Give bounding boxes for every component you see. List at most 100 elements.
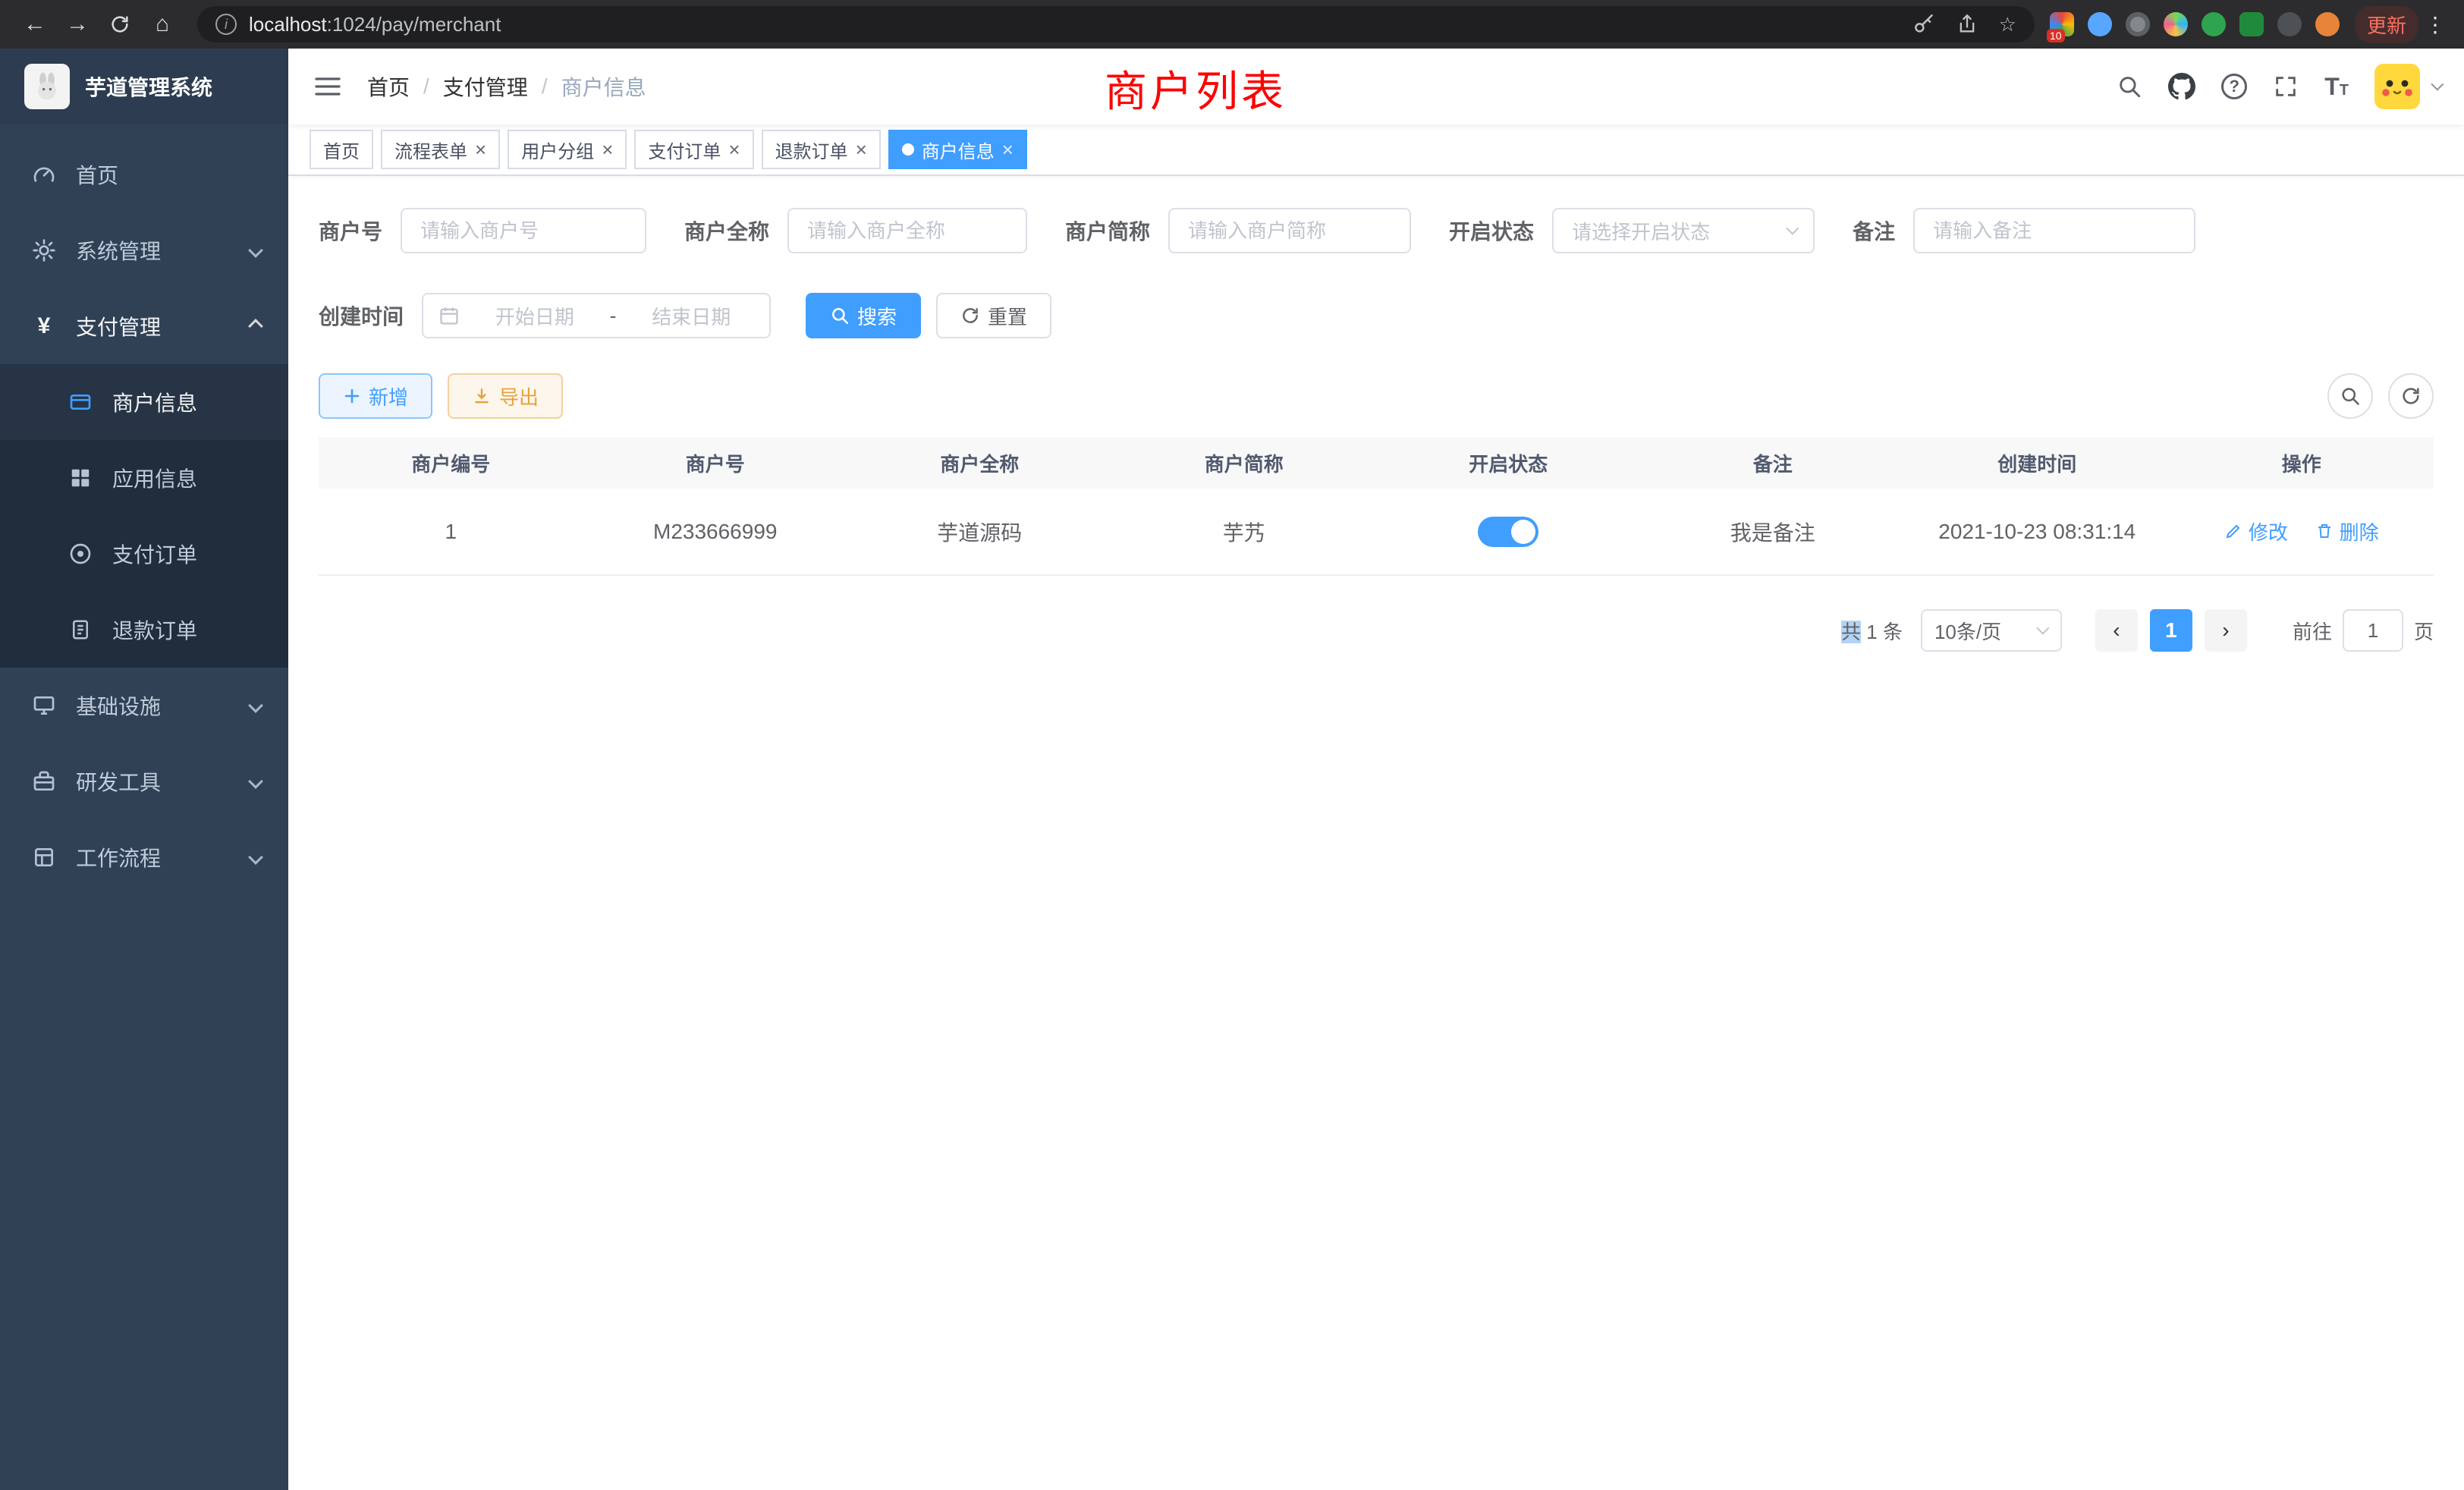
goto-page-input[interactable] (2343, 609, 2403, 652)
delete-button[interactable]: 删除 (2315, 517, 2379, 545)
prev-page-button[interactable]: ‹ (2095, 609, 2138, 652)
close-icon[interactable]: × (728, 140, 740, 159)
tab-home[interactable]: 首页 (310, 130, 373, 169)
download-icon (472, 386, 492, 406)
share-icon[interactable] (1956, 13, 1978, 36)
browser-home-icon[interactable]: ⌂ (143, 6, 182, 42)
merchant-no-input[interactable] (401, 208, 646, 253)
tab-pay-order[interactable]: 支付订单× (634, 130, 753, 169)
sidebar-item-system[interactable]: 系统管理 (0, 212, 288, 288)
browser-forward-icon[interactable]: → (58, 6, 97, 42)
password-key-icon[interactable] (1912, 13, 1935, 36)
sidebar-item-home[interactable]: 首页 (0, 137, 288, 212)
help-icon[interactable]: ? (2221, 74, 2247, 99)
browser-back-icon[interactable]: ← (15, 6, 55, 42)
extension-icon[interactable]: 10 (2050, 12, 2074, 36)
page-size-select[interactable]: 10条/页 (1921, 609, 2062, 652)
close-icon[interactable]: × (856, 140, 867, 159)
browser-update-button[interactable]: 更新 (2355, 6, 2418, 43)
table-row: 1 M233666999 芋道源码 芋艿 我是备注 2021-10-23 08:… (319, 489, 2434, 575)
chevron-down-icon (248, 774, 263, 789)
full-name-input[interactable] (787, 208, 1027, 253)
chevron-down-icon (1786, 222, 1799, 235)
refresh-icon (960, 306, 980, 325)
sidebar-item-label: 支付订单 (112, 539, 197, 569)
fullscreen-icon[interactable] (2273, 74, 2299, 99)
show-search-button[interactable] (2327, 373, 2373, 419)
extension-icon[interactable] (2164, 12, 2188, 36)
header-search-icon[interactable] (2117, 74, 2142, 99)
goto-label: 前往 (2293, 617, 2332, 645)
sidebar: 芋道管理系统 首页 系统管理 ¥ 支付管理 (0, 49, 288, 1490)
sidebar-subitem-merchant-info[interactable]: 商户信息 (0, 364, 288, 440)
chevron-down-icon (248, 850, 263, 865)
sidebar-item-payment[interactable]: ¥ 支付管理 (0, 288, 288, 364)
status-toggle[interactable] (1478, 517, 1538, 547)
sidebar-item-workflow[interactable]: 工作流程 (0, 819, 288, 895)
logo-rabbit-icon (24, 64, 70, 109)
yen-icon: ¥ (30, 313, 58, 340)
github-icon[interactable] (2168, 73, 2195, 100)
reset-button[interactable]: 重置 (936, 293, 1051, 338)
top-navbar: 首页 / 支付管理 / 商户信息 ? TT (288, 49, 2464, 124)
sidebar-item-label: 应用信息 (112, 463, 197, 493)
profile-avatar-icon[interactable] (2315, 12, 2340, 36)
remark-label: 备注 (1853, 215, 1895, 246)
browser-menu-icon[interactable]: ⋮ (2422, 12, 2449, 37)
create-time-range-picker[interactable]: 开始日期 - 结束日期 (422, 293, 771, 338)
chevron-down-icon (248, 243, 263, 258)
tab-process-form[interactable]: 流程表单× (381, 130, 500, 169)
sidebar-item-infra[interactable]: 基础设施 (0, 668, 288, 743)
sidebar-subitem-app-info[interactable]: 应用信息 (0, 440, 288, 516)
create-time-label: 创建时间 (319, 300, 404, 331)
page-1-button[interactable]: 1 (2150, 609, 2192, 652)
tab-refund-order[interactable]: 退款订单× (762, 130, 881, 169)
site-info-icon[interactable]: i (215, 14, 237, 35)
export-button[interactable]: 导出 (448, 373, 563, 419)
close-icon[interactable]: × (475, 140, 486, 159)
close-icon[interactable]: × (1002, 140, 1014, 159)
cell-merchant-id: 1 (319, 489, 583, 575)
next-page-button[interactable]: › (2205, 609, 2247, 652)
edit-button[interactable]: 修改 (2224, 517, 2288, 545)
font-size-icon[interactable]: TT (2324, 74, 2349, 99)
refresh-table-button[interactable] (2388, 373, 2434, 419)
cell-remark: 我是备注 (1641, 489, 1906, 575)
sidebar-subitem-pay-order[interactable]: 支付订单 (0, 516, 288, 592)
user-avatar[interactable] (2374, 64, 2440, 109)
sidebar-item-label: 退款订单 (112, 615, 197, 645)
extension-icon[interactable] (2126, 12, 2150, 36)
search-button[interactable]: 搜索 (806, 293, 921, 338)
sidebar-item-devtools[interactable]: 研发工具 (0, 743, 288, 819)
date-end-placeholder: 结束日期 (628, 302, 754, 330)
col-create-time: 创建时间 (1905, 437, 2170, 489)
goto-suffix: 页 (2414, 617, 2434, 645)
breadcrumb-payment[interactable]: 支付管理 (443, 71, 528, 102)
sidebar-logo[interactable]: 芋道管理系统 (0, 49, 288, 124)
extension-icon[interactable] (2239, 12, 2264, 36)
sidebar-toggle-icon[interactable] (313, 71, 343, 102)
breadcrumb-home[interactable]: 首页 (367, 71, 410, 102)
sidebar-subitem-refund-order[interactable]: 退款订单 (0, 592, 288, 668)
chevron-down-icon (2036, 622, 2049, 635)
sidebar-item-label: 商户信息 (112, 387, 197, 417)
close-icon[interactable]: × (602, 140, 613, 159)
remark-input[interactable] (1913, 208, 2195, 253)
tab-user-group[interactable]: 用户分组× (508, 130, 627, 169)
sidebar-item-label: 首页 (76, 159, 118, 190)
extension-icon[interactable] (2277, 12, 2302, 36)
breadcrumb-separator: / (542, 74, 548, 99)
tab-merchant-info[interactable]: 商户信息× (888, 130, 1027, 169)
app-title: 芋道管理系统 (85, 71, 212, 102)
browser-refresh-icon[interactable] (100, 6, 140, 42)
short-name-input[interactable] (1168, 208, 1411, 253)
status-select[interactable]: 请选择开启状态 (1552, 208, 1815, 253)
bookmark-star-icon[interactable]: ☆ (1999, 13, 2016, 36)
extension-icon[interactable] (2202, 12, 2226, 36)
sidebar-item-label: 系统管理 (76, 235, 161, 266)
add-button[interactable]: 新增 (319, 373, 432, 419)
filter-row-2: 创建时间 开始日期 - 结束日期 搜索 重置 (319, 293, 2434, 338)
extension-icon[interactable] (2088, 12, 2112, 36)
extension-badge: 10 (2047, 29, 2065, 42)
address-bar[interactable]: i localhost :1024/pay/merchant ☆ (197, 6, 2035, 42)
